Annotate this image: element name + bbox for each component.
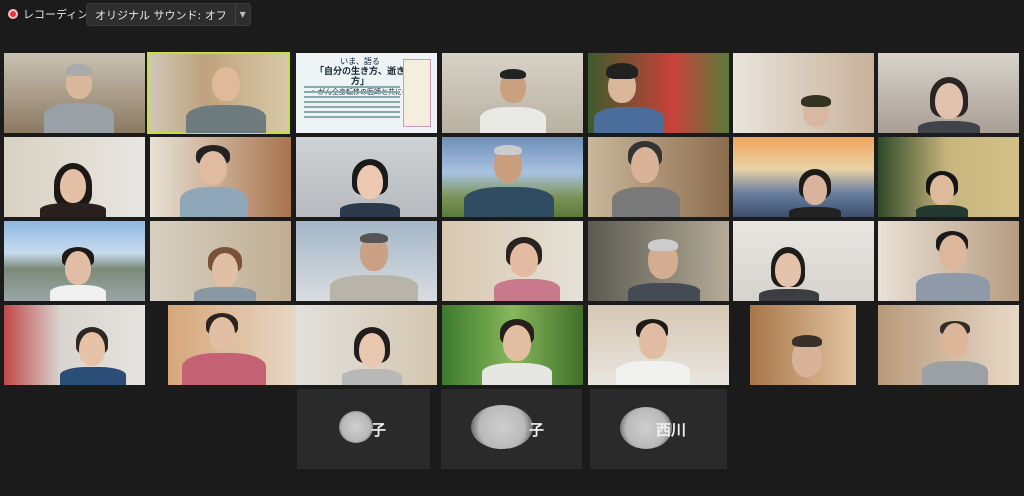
- participant-name-tile[interactable]: 西川: [590, 389, 727, 469]
- participant-video-tile[interactable]: [588, 221, 729, 301]
- shared-book-image: いま、語る「自分の生き方、逝き方」〜がん全身転移の医師と共に〜: [296, 53, 437, 133]
- participant-video-tile[interactable]: [4, 137, 145, 217]
- participant-video-tile[interactable]: [442, 221, 583, 301]
- participant-name-suffix: 子: [371, 421, 387, 439]
- participant-video-tile[interactable]: [150, 137, 291, 217]
- participant-video-tile[interactable]: [588, 305, 729, 385]
- participant-video-tile[interactable]: [442, 305, 583, 385]
- participant-video-tile[interactable]: [4, 53, 145, 133]
- participant-video-tile[interactable]: [296, 137, 437, 217]
- participant-name-suffix: 子: [529, 421, 545, 439]
- chevron-down-icon[interactable]: ▼: [234, 4, 250, 25]
- participant-video-tile[interactable]: [733, 53, 874, 133]
- participant-video-tile[interactable]: [878, 53, 1019, 133]
- book-title-line1: いま、語る: [340, 57, 380, 66]
- meeting-top-bar: レコーディング オリジナル サウンド: オフ ▼: [0, 0, 1024, 28]
- record-icon: [8, 9, 18, 19]
- book-text-lines: [304, 83, 400, 121]
- participant-video-tile[interactable]: [442, 53, 583, 133]
- participant-video-tile[interactable]: [168, 305, 309, 385]
- shared-screen-tile[interactable]: いま、語る「自分の生き方、逝き方」〜がん全身転移の医師と共に〜: [296, 53, 437, 133]
- original-sound-label[interactable]: オリジナル サウンド: オフ: [87, 7, 235, 23]
- participant-video-tile[interactable]: [878, 137, 1019, 217]
- participant-video-tile[interactable]: [750, 305, 856, 385]
- participant-video-tile[interactable]: [733, 137, 874, 217]
- original-sound-toggle[interactable]: オリジナル サウンド: オフ ▼: [86, 3, 251, 26]
- participant-video-tile[interactable]: [878, 221, 1019, 301]
- participant-video-tile[interactable]: [150, 221, 291, 301]
- participant-name-tile[interactable]: 子: [441, 389, 582, 469]
- participant-video-tile[interactable]: [4, 221, 145, 301]
- participant-video-tile[interactable]: [588, 53, 729, 133]
- blurred-name: [339, 411, 373, 443]
- participant-name-suffix: 西川: [656, 421, 687, 439]
- book-cover-image: [403, 59, 431, 127]
- participant-video-tile[interactable]: [588, 137, 729, 217]
- participant-video-tile[interactable]: [296, 305, 437, 385]
- participant-video-tile[interactable]: [4, 305, 145, 385]
- blurred-name: [471, 405, 533, 449]
- participant-video-tile[interactable]: [733, 221, 874, 301]
- participant-video-tile[interactable]: [878, 305, 1019, 385]
- participant-name-tile[interactable]: 子: [297, 389, 430, 469]
- participant-video-tile[interactable]: [296, 221, 437, 301]
- participant-video-tile-active-speaker[interactable]: [147, 52, 290, 134]
- participant-video-tile[interactable]: [442, 137, 583, 217]
